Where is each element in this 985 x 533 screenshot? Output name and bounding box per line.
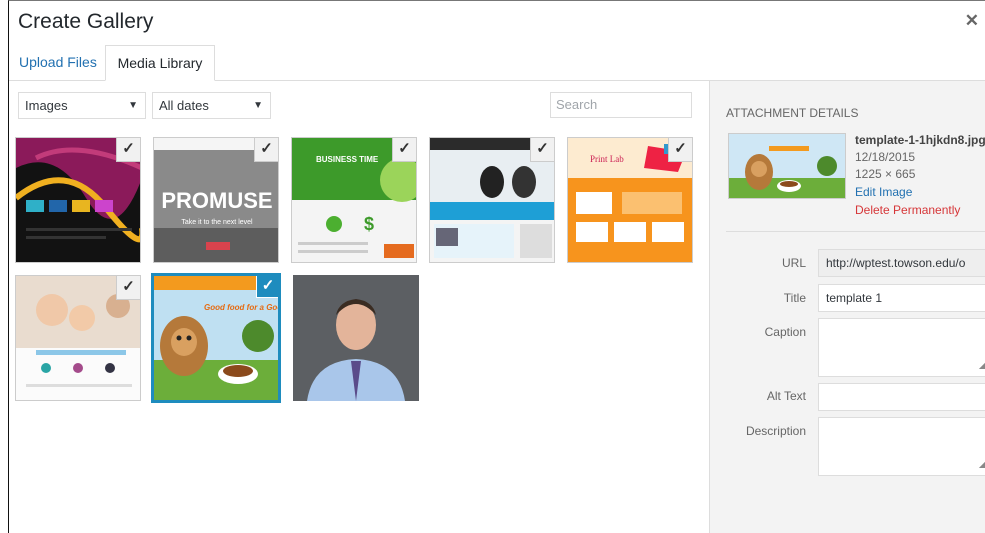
url-label: URL xyxy=(781,256,806,270)
alt-text-label: Alt Text xyxy=(766,389,806,403)
divider xyxy=(726,231,985,232)
media-item-active[interactable]: Good food for a Good Buddy ✓ xyxy=(151,273,281,403)
media-item[interactable]: BUSINESS TIME $ ✓ xyxy=(291,137,417,263)
dropdown-arrow-icon: ▼ xyxy=(128,100,138,111)
checkmark-icon[interactable]: ✓ xyxy=(254,138,278,162)
checkmark-icon[interactable]: ✓ xyxy=(392,138,416,162)
checkmark-icon[interactable]: ✓ xyxy=(116,276,140,300)
search-input[interactable]: Search xyxy=(550,92,692,118)
modal-title: Create Gallery xyxy=(18,10,154,33)
title-field[interactable]: template 1 xyxy=(818,284,985,312)
attachment-date: 12/18/2015 xyxy=(855,150,916,164)
thumbnail-image xyxy=(293,275,419,401)
dropdown-arrow-icon: ▼ xyxy=(253,100,263,111)
tab-upload-files[interactable]: Upload Files xyxy=(9,45,107,81)
description-field[interactable]: ◢ xyxy=(818,417,985,476)
checkmark-icon[interactable]: ✓ xyxy=(668,138,692,162)
attachment-dimensions: 1225 × 665 xyxy=(855,167,916,181)
caption-label: Caption xyxy=(764,325,806,339)
url-field[interactable]: http://wptest.towson.edu/o xyxy=(818,249,985,277)
date-filter-value: All dates xyxy=(159,98,209,113)
alt-text-field[interactable] xyxy=(818,383,985,411)
media-item[interactable]: PROMUSE Take it to the next level ✓ xyxy=(153,137,279,263)
media-modal: Create Gallery ✕ Upload Files Media Libr… xyxy=(8,0,985,533)
attachment-filename: template-1-1hjkdn8.jpg xyxy=(855,133,985,147)
delete-permanently-link[interactable]: Delete Permanently xyxy=(855,203,960,217)
tab-bar: Upload Files Media Library xyxy=(9,45,985,81)
thumbnail-heading: Good food for a Good Buddy xyxy=(204,303,280,312)
thumbnail-heading: BUSINESS TIME xyxy=(316,155,379,164)
media-type-filter[interactable]: Images ▼ xyxy=(18,92,146,119)
date-filter[interactable]: All dates ▼ xyxy=(152,92,271,119)
checkmark-icon[interactable]: ✓ xyxy=(530,138,554,162)
media-item[interactable]: ✓ xyxy=(15,275,141,401)
media-item[interactable]: ✓ xyxy=(429,137,555,263)
resize-handle-icon[interactable]: ◢ xyxy=(979,457,985,473)
checkmark-icon[interactable]: ✓ xyxy=(116,138,140,162)
edit-image-link[interactable]: Edit Image xyxy=(855,185,912,199)
attachment-preview-image xyxy=(729,134,845,198)
checkmark-icon[interactable]: ✓ xyxy=(256,276,278,298)
attachment-details-panel: ATTACHMENT DETAILS template-1-1hjkdn8.jp… xyxy=(709,81,985,533)
attachment-thumbnail xyxy=(728,133,846,199)
media-type-value: Images xyxy=(25,98,68,113)
resize-handle-icon[interactable]: ◢ xyxy=(979,358,985,374)
caption-field[interactable]: ◢ xyxy=(818,318,985,377)
media-grid: ✓ PROMUSE Take it to the next level ✓ BU… xyxy=(9,131,709,421)
media-item[interactable]: ✓ xyxy=(15,137,141,263)
media-item[interactable]: Print Lab ✓ xyxy=(567,137,693,263)
tab-media-library[interactable]: Media Library xyxy=(105,45,215,81)
thumbnail-heading: PROMUSE xyxy=(161,188,272,213)
description-label: Description xyxy=(745,424,806,438)
close-icon[interactable]: ✕ xyxy=(965,11,979,31)
attachment-details-heading: ATTACHMENT DETAILS xyxy=(726,106,859,120)
thumbnail-subtext: Take it to the next level xyxy=(181,219,253,226)
svg-text:$: $ xyxy=(364,214,374,234)
media-item[interactable] xyxy=(293,275,419,401)
title-label: Title xyxy=(783,291,806,305)
thumbnail-heading: Print Lab xyxy=(590,154,624,164)
